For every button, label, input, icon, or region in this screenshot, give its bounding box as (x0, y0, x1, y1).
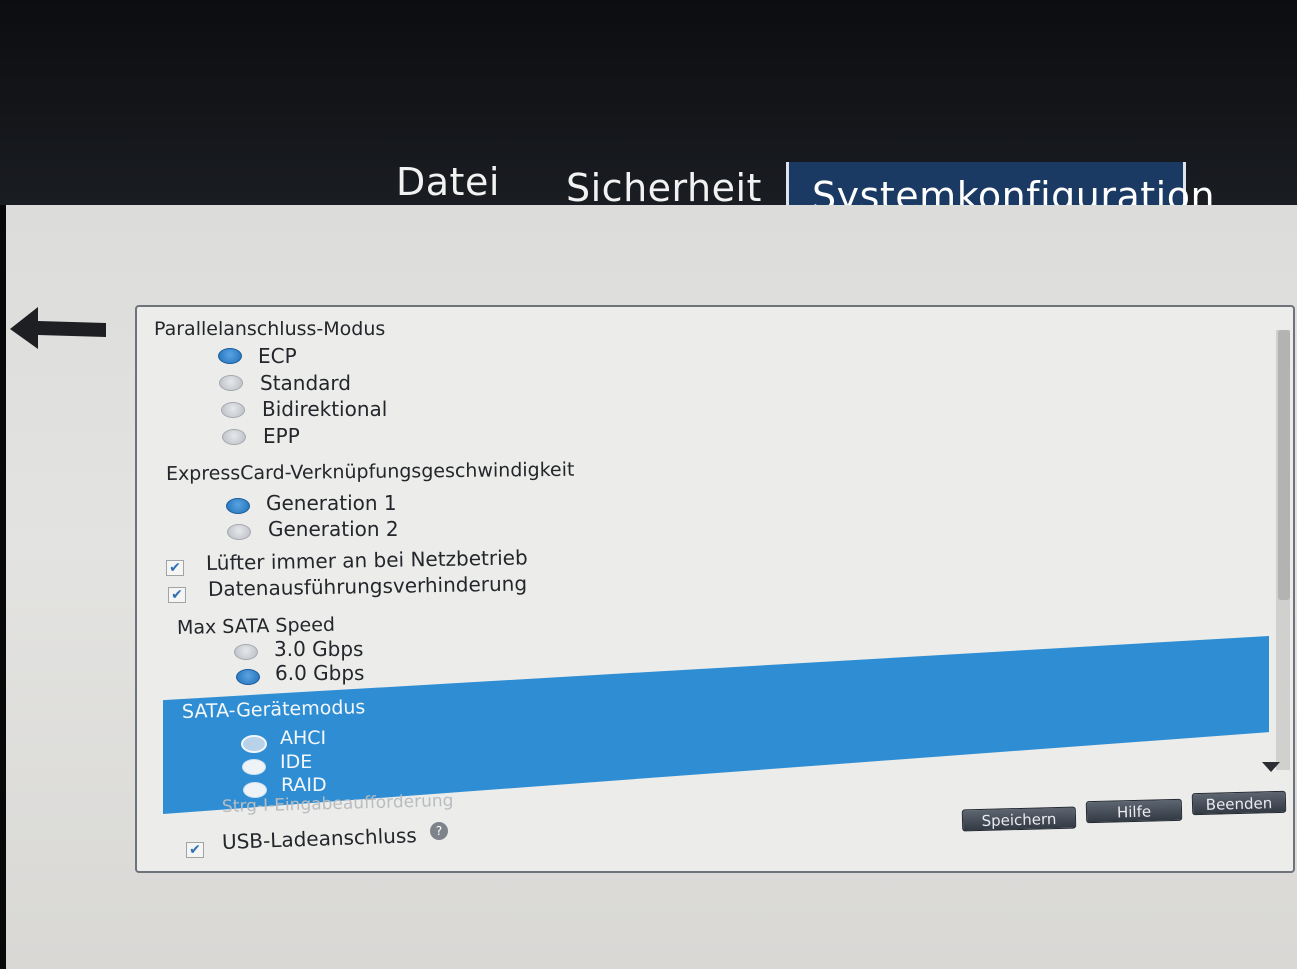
checkbox-usb-charging-port[interactable]: ✔ (186, 842, 204, 858)
triangle-down-icon[interactable] (1262, 762, 1280, 772)
radio-standard-label: Standard (260, 371, 351, 395)
radio-generation-2-label: Generation 2 (268, 517, 399, 541)
radio-6-0-gbps[interactable] (236, 669, 260, 685)
radio-ecp[interactable] (218, 348, 242, 364)
checkbox-fan-always-on[interactable]: ✔ (166, 560, 184, 576)
radio-6-0-gbps-label: 6.0 Gbps (275, 661, 365, 685)
tab-file[interactable]: Datei (396, 160, 500, 204)
radio-standard[interactable] (219, 375, 243, 391)
radio-bidirectional[interactable] (221, 402, 245, 418)
radio-generation-1-label: Generation 1 (266, 491, 397, 515)
radio-bidirectional-label: Bidirektional (262, 397, 388, 421)
expresscard-speed-heading: ExpressCard-Verknüpfungsgeschwindigkeit (165, 458, 575, 485)
save-button[interactable]: Speichern (961, 806, 1077, 832)
radio-ahci[interactable] (241, 735, 267, 753)
back-arrow-icon[interactable] (8, 305, 110, 350)
radio-epp-label: EPP (263, 424, 300, 448)
radio-epp[interactable] (222, 429, 246, 445)
checkbox-data-execution-prevention[interactable]: ✔ (168, 587, 186, 603)
radio-ecp-label: ECP (258, 344, 297, 368)
help-button[interactable]: Hilfe (1085, 798, 1183, 824)
radio-ahci-label: AHCI (280, 727, 327, 749)
parallel-port-mode-heading: Parallelanschluss-Modus (154, 318, 386, 340)
radio-3-0-gbps[interactable] (234, 644, 258, 660)
question-icon[interactable]: ? (430, 822, 448, 840)
radio-ide-label: IDE (280, 751, 313, 773)
radio-generation-2[interactable] (227, 524, 251, 540)
tab-security[interactable]: Sicherheit (566, 166, 762, 210)
max-sata-speed-heading: Max SATA Speed (176, 613, 336, 639)
radio-ide[interactable] (242, 759, 266, 775)
radio-raid-label: RAID (281, 774, 327, 796)
radio-generation-1[interactable] (226, 498, 250, 514)
radio-3-0-gbps-label: 3.0 Gbps (274, 637, 364, 661)
exit-button[interactable]: Beenden (1191, 790, 1287, 816)
scrollbar-thumb[interactable] (1278, 330, 1290, 600)
